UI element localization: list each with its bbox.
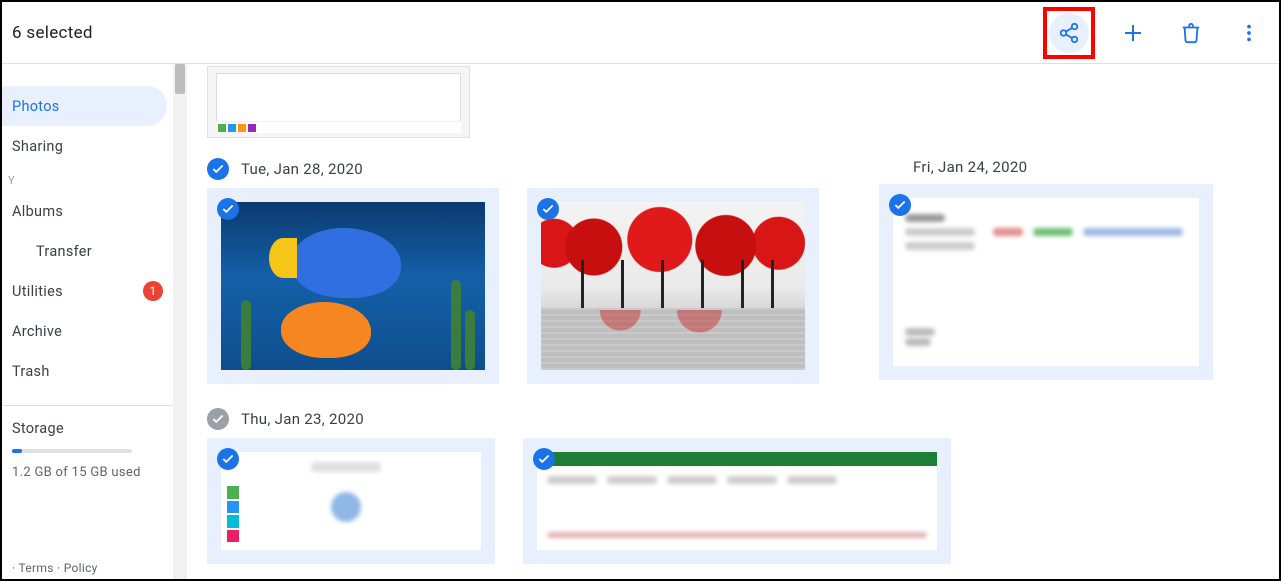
sidebar-item-photos[interactable]: Photos (2, 86, 167, 126)
sidebar-item-label: Trash (12, 363, 50, 380)
storage-bar (12, 449, 132, 453)
check-icon[interactable] (889, 194, 911, 216)
sidebar-item-label: Archive (12, 323, 62, 340)
selection-count: 6 selected (12, 23, 93, 43)
sidebar-item-label: Sharing (12, 138, 63, 155)
sidebar-item-label: Albums (12, 203, 63, 220)
add-button[interactable] (1113, 13, 1153, 53)
share-highlight (1043, 7, 1095, 59)
plus-icon (1121, 21, 1145, 45)
sidebar-item-label: Photos (12, 98, 60, 115)
date-text: Fri, Jan 24, 2020 (913, 158, 1027, 176)
sidebar-item-archive[interactable]: Archive (2, 311, 167, 351)
share-button[interactable] (1049, 13, 1089, 53)
storage-detail: 1.2 GB of 15 GB used (12, 465, 187, 480)
sidebar-scrollbar[interactable] (173, 64, 187, 579)
sidebar-section-label: Y (2, 174, 187, 187)
date-header[interactable]: Tue, Jan 28, 2020 (207, 158, 819, 180)
photo-grid: Tue, Jan 28, 2020 (187, 64, 1279, 579)
sidebar-item-label: Utilities (12, 283, 63, 300)
photo-thumb-partial[interactable] (207, 66, 470, 138)
photo-thumb[interactable] (207, 188, 499, 384)
more-button[interactable] (1229, 13, 1269, 53)
photo-thumb[interactable] (207, 438, 495, 564)
delete-button[interactable] (1171, 13, 1211, 53)
date-text: Tue, Jan 28, 2020 (241, 160, 363, 178)
check-icon[interactable] (217, 448, 239, 470)
trash-icon (1180, 22, 1202, 44)
check-icon[interactable] (207, 158, 229, 180)
date-header[interactable]: Fri, Jan 24, 2020 (913, 158, 1213, 176)
more-vert-icon (1238, 22, 1260, 44)
sidebar-item-trash[interactable]: Trash (2, 351, 167, 391)
sidebar: Photos Sharing Y Albums Transfer Utiliti… (2, 64, 187, 579)
storage-block[interactable]: Storage 1.2 GB of 15 GB used (2, 420, 187, 480)
footer-links: · Terms · Policy (2, 561, 187, 579)
photo-thumb[interactable] (879, 184, 1213, 380)
check-icon[interactable] (537, 198, 559, 220)
check-icon[interactable] (217, 198, 239, 220)
photo-thumb[interactable] (523, 438, 951, 564)
header-actions (1043, 7, 1269, 59)
sidebar-item-label: Transfer (36, 243, 92, 260)
policy-link[interactable]: Policy (64, 561, 98, 575)
divider (2, 405, 173, 406)
terms-link[interactable]: Terms (18, 561, 53, 575)
sidebar-item-albums[interactable]: Albums (2, 191, 167, 231)
photo-thumb[interactable] (527, 188, 819, 384)
date-header[interactable]: Thu, Jan 23, 2020 (207, 408, 1259, 430)
date-text: Thu, Jan 23, 2020 (241, 410, 364, 428)
storage-title: Storage (12, 420, 187, 437)
share-icon (1058, 22, 1080, 44)
sidebar-item-transfer[interactable]: Transfer (2, 231, 167, 271)
check-icon[interactable] (207, 408, 229, 430)
selection-header: 6 selected (2, 2, 1279, 64)
sidebar-item-utilities[interactable]: Utilities 1 (2, 271, 167, 311)
check-icon[interactable] (533, 448, 555, 470)
badge: 1 (143, 281, 163, 301)
sidebar-item-sharing[interactable]: Sharing (2, 126, 167, 166)
